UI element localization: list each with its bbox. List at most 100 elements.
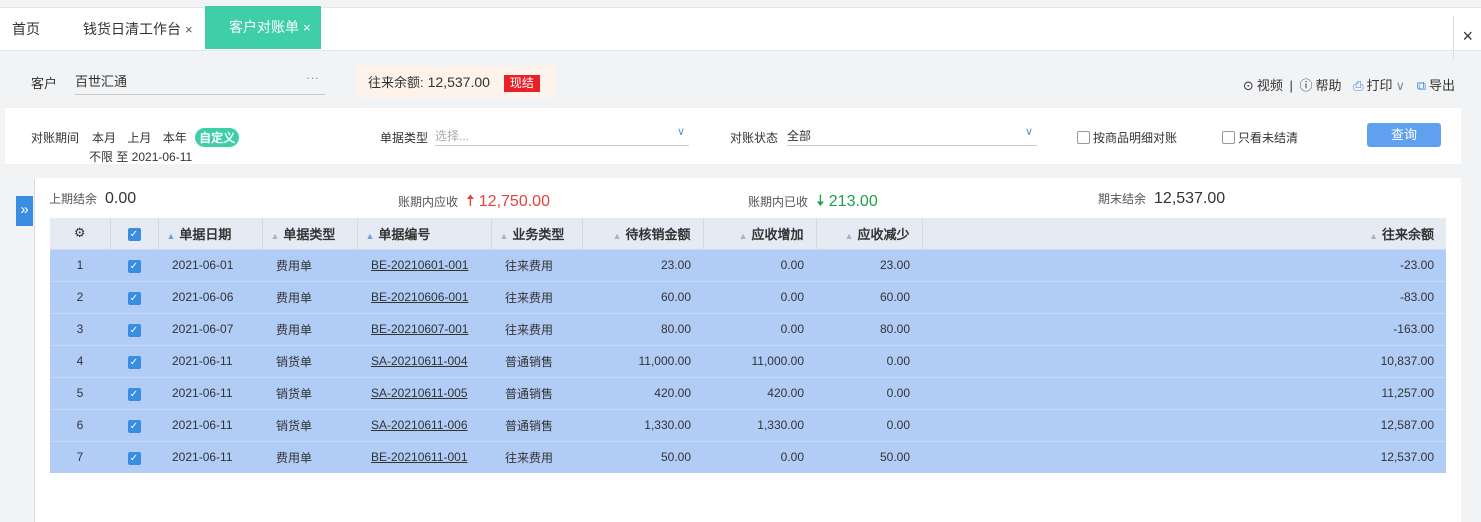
cell-type: 费用单 — [262, 280, 357, 313]
statement-table: ⚙ ✓ ▲ 单据日期 ▲ 单据类型 ▲ 单据编号 ▲ 业务类型 ▲ 待核销金额 ▲ 应收增加… — [50, 218, 1446, 473]
row-checkbox[interactable]: ✓ — [110, 408, 158, 441]
sort-icon[interactable]: ▲ — [271, 231, 280, 241]
value: 12,750.00 — [478, 193, 550, 210]
doc-code-link[interactable]: BE-20210606-001 — [371, 290, 468, 304]
date-range[interactable]: 不限 至 2021-06-11 — [89, 148, 192, 165]
cell-increase: 11,000.00 — [703, 344, 816, 377]
row-checkbox[interactable]: ✓ — [110, 248, 158, 281]
unsettled-checkbox[interactable]: 只看未结清 — [1222, 129, 1298, 146]
col-type[interactable]: ▲ 单据类型 — [262, 218, 358, 249]
cell-decrease: 60.00 — [816, 280, 922, 313]
row-checkbox[interactable]: ✓ — [110, 312, 158, 345]
period-custom[interactable]: 自定义 — [195, 128, 240, 147]
doc-code-link[interactable]: SA-20210611-005 — [371, 386, 468, 400]
checkbox-checked[interactable]: ✓ — [127, 355, 141, 369]
row-checkbox[interactable]: ✓ — [110, 280, 158, 313]
sort-icon[interactable]: ▲ — [613, 231, 622, 241]
sort-icon[interactable]: ▲ — [366, 231, 375, 241]
cell-date: 2021-06-06 — [158, 280, 262, 313]
doc-code-link[interactable]: SA-20210611-006 — [371, 418, 468, 432]
checkbox[interactable] — [1077, 131, 1090, 144]
col-pending[interactable]: ▲ 待核销金额 — [582, 218, 704, 249]
value: 0.00 — [105, 190, 137, 207]
expand-sidebar-icon[interactable]: » — [16, 196, 33, 226]
more-icon[interactable]: ··· — [306, 70, 319, 85]
table-row[interactable]: 5 ✓ 2021-06-11 销货单 SA-20210611-005 普通销售 420.00… — [50, 376, 1446, 409]
row-number: 6 — [50, 408, 110, 441]
doc-code-link[interactable]: BE-20210607-001 — [371, 322, 468, 336]
doc-code-link[interactable]: BE-20210601-001 — [371, 258, 468, 272]
col-biz[interactable]: ▲ 业务类型 — [491, 218, 583, 249]
value: 213.00 — [828, 193, 878, 210]
table-row[interactable]: 1 ✓ 2021-06-01 费用单 BE-20210601-001 往来费用 23.00 0… — [50, 248, 1446, 281]
status-select[interactable]: 全部 ∨ — [787, 124, 1037, 146]
checkbox-checked[interactable]: ✓ — [127, 387, 141, 401]
cell-biz: 往来费用 — [491, 312, 582, 345]
sort-icon[interactable]: ▲ — [500, 231, 509, 241]
tab-cash-workbench[interactable]: 钱货日清工作台 × — [83, 8, 193, 51]
tab-customer-statement[interactable]: 客户对账单 × — [205, 6, 321, 49]
period-options: 本月 上月 本年 自定义 — [89, 128, 241, 147]
checkbox-checked[interactable]: ✓ — [127, 259, 141, 273]
period-this-month[interactable]: 本月 — [89, 129, 119, 146]
checkbox-checked[interactable]: ✓ — [127, 291, 141, 305]
col-date[interactable]: ▲ 单据日期 — [158, 218, 263, 249]
table-row[interactable]: 4 ✓ 2021-06-11 销货单 SA-20210611-004 普通销售 11,000… — [50, 344, 1446, 377]
customer-label: 客户 — [31, 76, 58, 91]
sort-icon[interactable]: ▲ — [845, 231, 854, 241]
video-link[interactable]: 视频 — [1257, 78, 1283, 93]
chevron-down-icon[interactable]: ∨ — [1396, 78, 1406, 93]
col-balance[interactable]: ▲ 往来余额 — [922, 218, 1446, 249]
close-icon[interactable]: × — [303, 20, 311, 35]
cell-biz: 往来费用 — [491, 280, 582, 313]
period-this-year[interactable]: 本年 — [160, 129, 190, 146]
checkbox-checked[interactable]: ✓ — [127, 323, 141, 337]
period-last-month[interactable]: 上月 — [124, 129, 154, 146]
cash-settle-badge: 现结 — [503, 75, 540, 93]
col-increase[interactable]: ▲ 应收增加 — [703, 218, 817, 249]
checkbox[interactable] — [1222, 131, 1235, 144]
doc-type-placeholder: 选择... — [435, 129, 470, 143]
col-decrease[interactable]: ▲ 应收减少 — [816, 218, 923, 249]
tab-home[interactable]: 首页 — [12, 8, 40, 51]
row-checkbox[interactable]: ✓ — [110, 440, 158, 473]
checkbox-checked[interactable]: ✓ — [127, 451, 141, 465]
sort-icon[interactable]: ▲ — [739, 231, 748, 241]
cell-biz: 普通销售 — [491, 344, 582, 377]
label: 上期结余 — [49, 192, 98, 206]
checkbox-checked[interactable]: ✓ — [127, 419, 141, 433]
sort-icon[interactable]: ▲ — [167, 231, 176, 241]
column-settings[interactable]: ⚙ — [50, 218, 111, 249]
cell-pending: 1,330.00 — [582, 408, 703, 441]
gear-icon[interactable]: ⚙ — [74, 225, 86, 240]
print-button[interactable]: 打印 — [1367, 78, 1393, 93]
row-checkbox[interactable]: ✓ — [110, 376, 158, 409]
customer-input[interactable]: 百世汇通 — [75, 65, 325, 95]
tab-label: 客户对账单 — [229, 19, 299, 35]
table-row[interactable]: 7 ✓ 2021-06-11 费用单 BE-20210611-001 往来费用 50.00 0… — [50, 440, 1446, 473]
col-code[interactable]: ▲ 单据编号 — [357, 218, 492, 249]
cell-increase: 0.00 — [703, 248, 816, 281]
table-row[interactable]: 2 ✓ 2021-06-06 费用单 BE-20210606-001 往来费用 60.00 0… — [50, 280, 1446, 313]
cell-pending: 420.00 — [582, 376, 703, 409]
doc-code-link[interactable]: BE-20210611-001 — [371, 450, 468, 464]
by-product-checkbox[interactable]: 按商品明细对账 — [1077, 129, 1177, 146]
table-row[interactable]: 6 ✓ 2021-06-11 销货单 SA-20210611-006 普通销售 1,330.… — [50, 408, 1446, 441]
help-link[interactable]: 帮助 — [1315, 78, 1341, 93]
export-button[interactable]: 导出 — [1429, 78, 1455, 93]
close-window-icon[interactable]: × — [1462, 26, 1473, 47]
row-checkbox[interactable]: ✓ — [110, 344, 158, 377]
checkbox-label: 按商品明细对账 — [1093, 131, 1178, 145]
sort-icon[interactable]: ▲ — [1369, 231, 1378, 241]
select-all[interactable]: ✓ — [110, 218, 159, 249]
checkbox-checked[interactable]: ✓ — [127, 228, 141, 242]
tab-label: 首页 — [12, 21, 40, 37]
header-label: 单据类型 — [283, 226, 336, 242]
close-icon[interactable]: × — [185, 22, 193, 37]
doc-type-select[interactable]: 选择... ∨ — [435, 124, 689, 146]
cell-pending: 60.00 — [582, 280, 703, 313]
table-row[interactable]: 3 ✓ 2021-06-07 费用单 BE-20210607-001 往来费用 80.00 0… — [50, 312, 1446, 345]
doc-code-link[interactable]: SA-20210611-004 — [371, 354, 468, 368]
cell-type: 销货单 — [262, 344, 357, 377]
query-button[interactable]: 查询 — [1367, 123, 1441, 147]
